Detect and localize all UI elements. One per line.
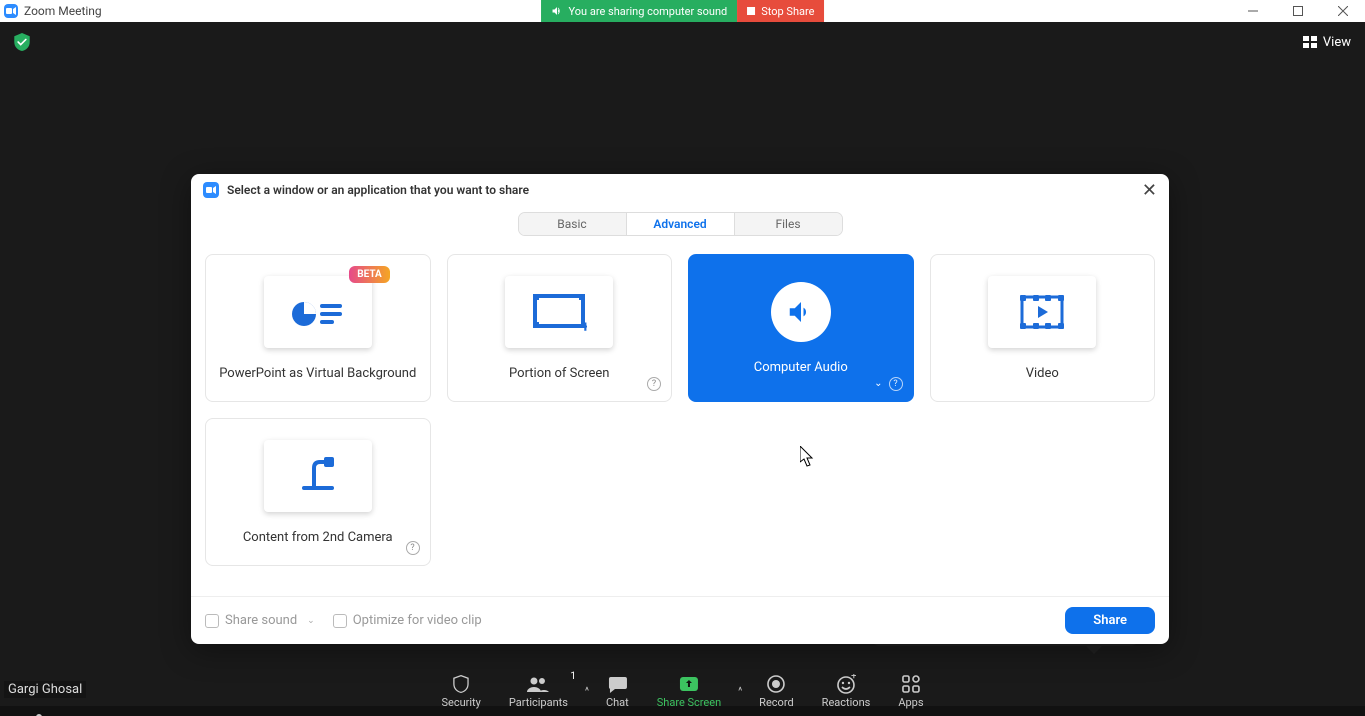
meeting-topbar: View bbox=[0, 22, 1365, 62]
record-icon bbox=[767, 674, 785, 694]
tab-files[interactable]: Files bbox=[734, 213, 842, 235]
share-tabs: Basic Advanced Files bbox=[518, 212, 843, 236]
optimize-video-checkbox[interactable]: Optimize for video clip bbox=[333, 613, 482, 628]
start-video-button[interactable]: Start Video bbox=[75, 706, 157, 716]
stop-share-label: Stop Share bbox=[761, 5, 814, 18]
card-portion-of-screen[interactable]: + Portion of Screen ? bbox=[447, 254, 673, 402]
maximize-button[interactable] bbox=[1275, 0, 1320, 22]
card-label: Portion of Screen bbox=[509, 366, 609, 381]
powerpoint-thumb: BETA bbox=[264, 276, 372, 348]
checkbox-icon bbox=[333, 614, 347, 628]
share-screen-dialog: Select a window or an application that y… bbox=[191, 174, 1169, 644]
card-computer-audio[interactable]: Computer Audio ⌄ ? bbox=[688, 254, 914, 402]
dialog-footer: Share sound ⌄ Optimize for video clip Sh… bbox=[191, 596, 1169, 644]
card-video[interactable]: Video bbox=[930, 254, 1156, 402]
portion-thumb: + bbox=[505, 276, 613, 348]
card-label: Computer Audio bbox=[754, 360, 848, 375]
apps-icon bbox=[902, 674, 920, 694]
share-sound-checkbox[interactable]: Share sound ⌄ bbox=[205, 613, 315, 628]
participants-options-caret[interactable]: ^ bbox=[582, 666, 592, 716]
card-powerpoint-vb[interactable]: BETA PowerPoint as Virtual Background bbox=[205, 254, 431, 402]
chevron-down-icon[interactable]: ⌄ bbox=[874, 378, 882, 389]
dialog-header: Select a window or an application that y… bbox=[191, 174, 1169, 206]
optimize-label: Optimize for video clip bbox=[353, 613, 482, 628]
audio-thumb bbox=[771, 282, 831, 342]
sharing-status-text: You are sharing computer sound bbox=[569, 5, 728, 18]
sharing-status: You are sharing computer sound bbox=[541, 0, 738, 22]
window-controls bbox=[1230, 0, 1365, 22]
checkbox-icon bbox=[205, 614, 219, 628]
apps-label: Apps bbox=[898, 696, 923, 709]
stop-icon bbox=[747, 7, 755, 15]
dialog-title: Select a window or an application that y… bbox=[227, 183, 529, 197]
record-label: Record bbox=[759, 696, 793, 709]
card-label: Content from 2nd Camera bbox=[243, 530, 393, 545]
dialog-close-button[interactable]: ✕ bbox=[1142, 180, 1157, 201]
share-screen-label: Share Screen bbox=[657, 696, 721, 709]
card-second-camera[interactable]: Content from 2nd Camera ? bbox=[205, 418, 431, 566]
security-button[interactable]: Security bbox=[427, 666, 494, 716]
speaker-icon bbox=[551, 5, 563, 17]
svg-text:+: + bbox=[581, 317, 587, 332]
participants-icon bbox=[527, 674, 549, 694]
reactions-button[interactable]: + Reactions bbox=[808, 666, 885, 716]
security-label: Security bbox=[441, 696, 480, 709]
chat-button[interactable]: Chat bbox=[592, 666, 643, 716]
window-titlebar: Zoom Meeting You are sharing computer so… bbox=[0, 0, 1365, 22]
share-options-grid: BETA PowerPoint as Virtual Background + … bbox=[191, 248, 1169, 572]
close-button[interactable] bbox=[1320, 0, 1365, 22]
participant-name-label: Gargi Ghosal bbox=[4, 681, 86, 698]
participants-label: Participants bbox=[509, 696, 568, 709]
encryption-shield-icon[interactable] bbox=[14, 33, 30, 51]
beta-badge: BETA bbox=[349, 266, 390, 283]
share-banner: You are sharing computer sound Stop Shar… bbox=[541, 0, 825, 22]
help-icon[interactable]: ? bbox=[647, 377, 661, 391]
apps-button[interactable]: Apps bbox=[884, 666, 937, 716]
share-button[interactable]: Share bbox=[1065, 607, 1155, 634]
zoom-app-icon bbox=[4, 4, 18, 18]
tab-basic[interactable]: Basic bbox=[519, 213, 626, 235]
reactions-icon: + bbox=[836, 674, 856, 694]
grid-view-icon bbox=[1303, 36, 1317, 48]
shield-icon bbox=[453, 674, 469, 694]
meeting-stage: Gargi Ghosal ✕ NEW Introducing Zoom Apps… bbox=[0, 62, 1365, 706]
mute-button[interactable]: Mute bbox=[12, 706, 65, 716]
chat-label: Chat bbox=[606, 696, 629, 709]
view-button[interactable]: View bbox=[1303, 35, 1351, 50]
chevron-down-icon[interactable]: ⌄ bbox=[307, 616, 315, 626]
participants-count: 1 bbox=[570, 671, 576, 682]
view-label: View bbox=[1323, 35, 1351, 50]
video-thumb bbox=[988, 276, 1096, 348]
share-options-caret[interactable]: ^ bbox=[735, 666, 745, 716]
participants-button[interactable]: 1 Participants bbox=[495, 666, 582, 716]
share-screen-icon bbox=[680, 677, 698, 691]
record-button[interactable]: Record bbox=[745, 666, 807, 716]
svg-text:+: + bbox=[851, 674, 856, 682]
stop-share-button[interactable]: Stop Share bbox=[737, 0, 824, 22]
meeting-toolbar: Mute ^ Start Video ^ Security 1 Particip… bbox=[0, 706, 1365, 716]
help-icon[interactable]: ? bbox=[889, 377, 903, 391]
audio-options-caret[interactable]: ^ bbox=[65, 706, 75, 716]
video-options-caret[interactable]: ^ bbox=[158, 706, 168, 716]
share-screen-button[interactable]: Share Screen bbox=[643, 666, 735, 716]
card-label: PowerPoint as Virtual Background bbox=[219, 366, 416, 381]
share-sound-label: Share sound bbox=[225, 613, 297, 628]
second-camera-thumb bbox=[264, 440, 372, 512]
chat-icon bbox=[607, 674, 627, 694]
card-label: Video bbox=[1026, 366, 1059, 381]
help-icon[interactable]: ? bbox=[406, 541, 420, 555]
reactions-label: Reactions bbox=[822, 696, 871, 709]
tab-advanced[interactable]: Advanced bbox=[626, 213, 734, 235]
zoom-app-icon bbox=[203, 182, 219, 198]
minimize-button[interactable] bbox=[1230, 0, 1275, 22]
window-title: Zoom Meeting bbox=[24, 4, 102, 18]
